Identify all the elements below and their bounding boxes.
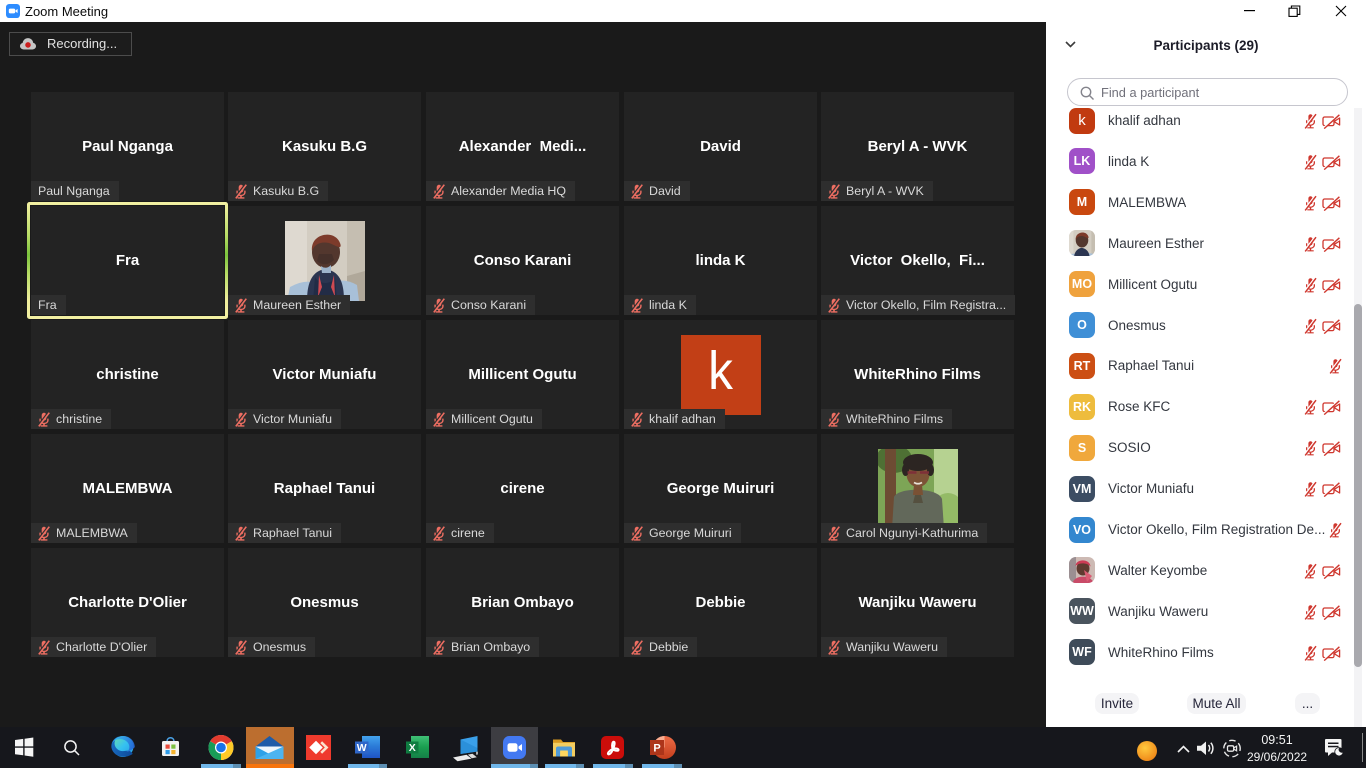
svg-text:P: P — [653, 743, 660, 755]
svg-text:W: W — [357, 742, 367, 754]
svg-text:X: X — [409, 742, 416, 754]
